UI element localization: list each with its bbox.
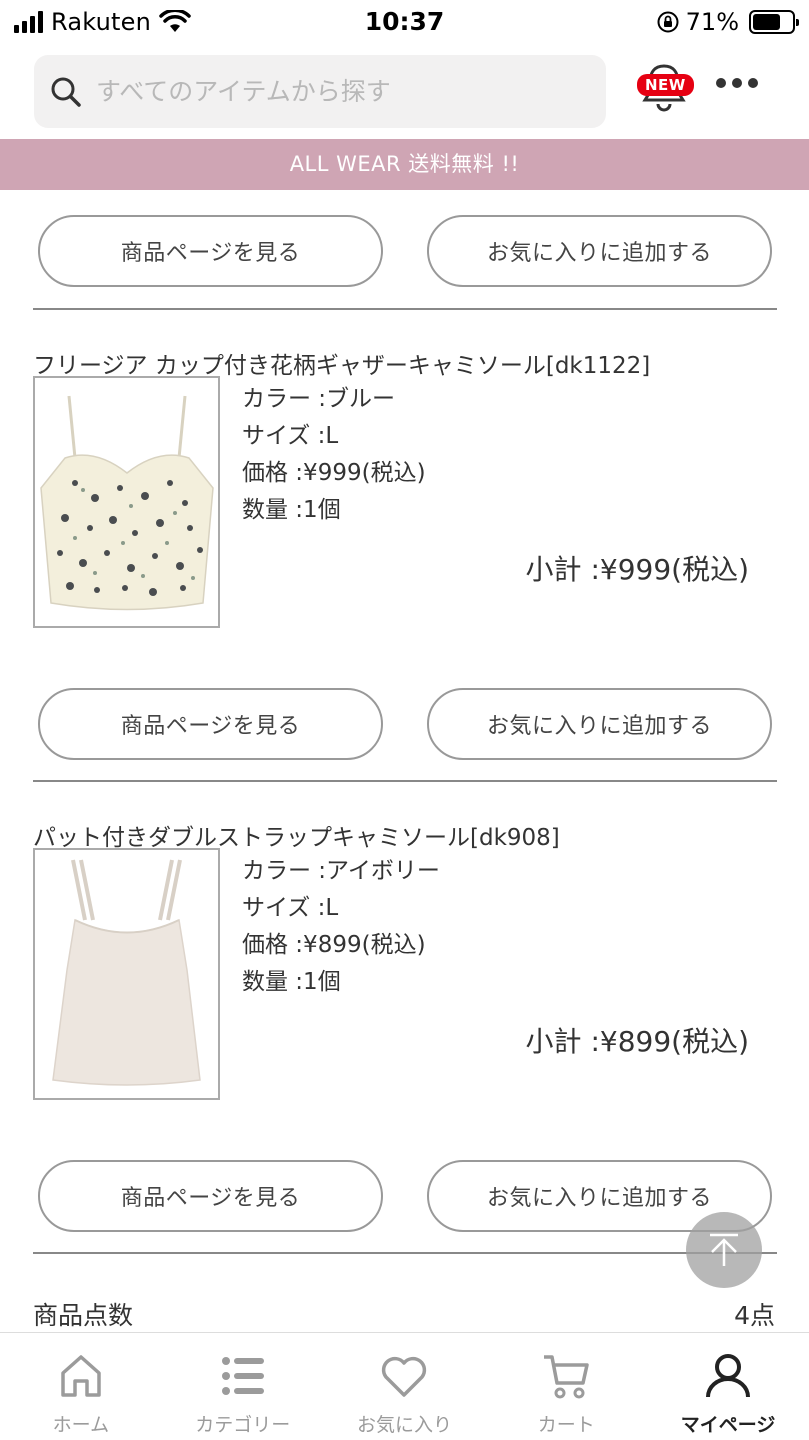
header: NEW — [0, 46, 809, 138]
list-icon — [221, 1357, 264, 1395]
arrow-up-icon — [710, 1233, 738, 1266]
status-bar: Rakuten 10:37 71% — [0, 0, 809, 46]
free-shipping-banner[interactable]: ALL WEAR 送料無料 !! — [0, 139, 809, 190]
tab-favorites[interactable]: お気に入り — [324, 1333, 486, 1440]
battery-icon — [749, 10, 799, 34]
battery-fill — [753, 14, 780, 30]
search-icon — [51, 77, 81, 107]
item-quantity: 数量 :1個 — [242, 969, 341, 995]
list-item: フリージア カップ付き花柄ギャザーキャミソール[dk1122] カラー:ブルー… — [0, 346, 809, 646]
floral-camisole-image — [35, 378, 218, 626]
item-actions: 商品ページを見る お気に入りに追加する — [38, 688, 772, 760]
cart-icon — [544, 1355, 590, 1399]
page: Rakuten 10:37 71% すべてのアイテムから探す NEW ALL W… — [0, 0, 809, 1440]
tab-label: ホーム — [52, 1414, 110, 1436]
add-favorite-button[interactable]: お気に入りに追加する — [427, 688, 772, 760]
divider — [33, 308, 777, 310]
new-badge: NEW — [637, 74, 694, 96]
favorites-list: 商品ページを見る お気に入りに追加する フリージア カップ付き花柄ギャザーキャミ… — [0, 190, 809, 1332]
item-subtotal: 小計 :¥899(税込) — [525, 1025, 749, 1058]
more-dot-icon — [716, 78, 726, 88]
item-image[interactable] — [33, 376, 220, 628]
more-dot-icon — [732, 78, 742, 88]
item-price: 価格 :¥899(税込) — [242, 932, 426, 958]
item-color: カラー :アイボリー — [242, 858, 440, 884]
view-product-button[interactable]: 商品ページを見る — [38, 1160, 383, 1232]
item-count-label: 商品点数 — [33, 1301, 134, 1330]
search-bar[interactable] — [34, 55, 606, 128]
tab-label: お気に入り — [356, 1414, 452, 1436]
item-actions: 商品ページを見る お気に入りに追加する — [38, 215, 772, 287]
tab-mypage[interactable]: マイページ — [647, 1333, 809, 1440]
divider — [33, 780, 777, 782]
tab-label: マイページ — [680, 1414, 776, 1436]
battery-percent: 71% — [685, 8, 739, 36]
item-image[interactable] — [33, 848, 220, 1100]
tab-category[interactable]: カテゴリー — [162, 1333, 324, 1440]
notification-button[interactable]: NEW — [633, 64, 695, 122]
list-item: パット付きダブルストラップキャミソール[dk908] カラー :アイボリー サイ… — [0, 818, 809, 1118]
rotation-lock-icon — [657, 11, 679, 33]
home-icon — [61, 1355, 101, 1397]
view-product-button[interactable]: 商品ページを見る — [38, 688, 383, 760]
tab-label: カート — [537, 1414, 595, 1436]
more-dot-icon — [748, 78, 758, 88]
item-quantity: 数量 :1個 — [242, 497, 341, 523]
add-favorite-button[interactable]: お気に入りに追加する — [427, 215, 772, 287]
user-icon — [706, 1354, 751, 1398]
scroll-to-top-button[interactable] — [686, 1212, 762, 1288]
item-title[interactable]: フリージア カップ付き花柄ギャザーキャミソール[dk1122] — [33, 346, 650, 380]
more-menu-button[interactable] — [716, 78, 758, 88]
tab-home[interactable]: ホーム — [0, 1333, 162, 1440]
item-title[interactable]: パット付きダブルストラップキャミソール[dk908] — [33, 818, 560, 852]
ivory-camisole-image — [35, 850, 218, 1098]
item-actions: 商品ページを見る お気に入りに追加する — [38, 1160, 772, 1232]
item-size: サイズ :L — [242, 895, 339, 921]
tab-label: カテゴリー — [195, 1414, 291, 1436]
item-price: 価格 :¥999(税込) — [242, 460, 426, 486]
item-color: カラー :ブルー — [242, 386, 396, 412]
heart-icon — [382, 1356, 427, 1397]
search-input[interactable] — [96, 77, 576, 106]
item-count-value: 4点 — [734, 1301, 775, 1330]
item-subtotal: 小計 :¥999(税込) — [525, 553, 749, 586]
status-right: 71% — [656, 8, 799, 36]
divider — [33, 1252, 777, 1254]
item-size: サイズ :L — [242, 423, 339, 449]
view-product-button[interactable]: 商品ページを見る — [38, 215, 383, 287]
tab-cart[interactable]: カート — [485, 1333, 647, 1440]
tab-bar: ホーム カテゴリー お気に入り カート マイページ — [0, 1332, 809, 1440]
